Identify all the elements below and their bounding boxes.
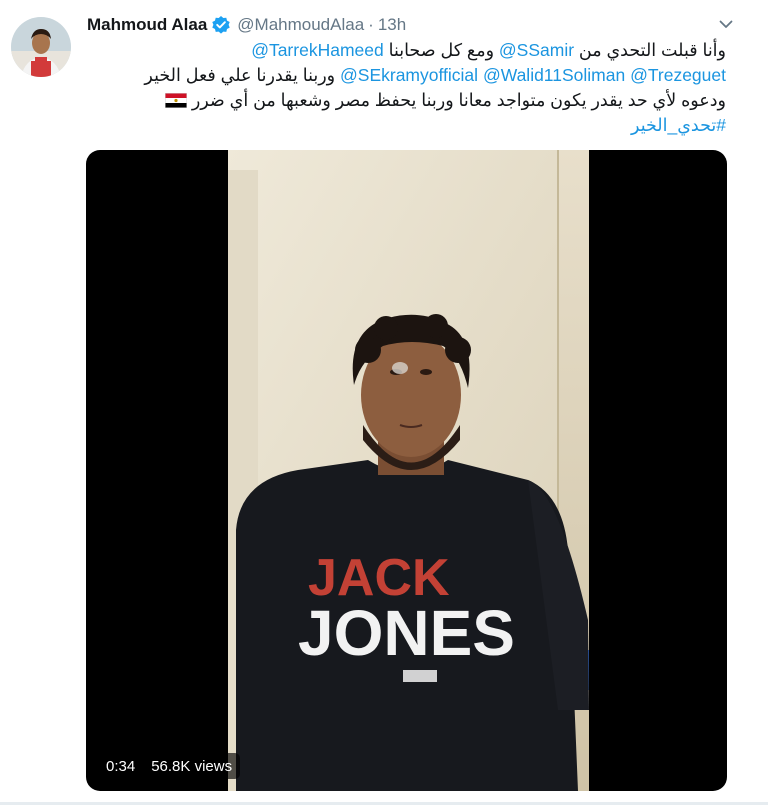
display-name[interactable]: Mahmoud Alaa [87,15,207,35]
mention-link[interactable]: @SSamir [499,40,574,60]
svg-text:JONES: JONES [298,597,515,669]
tweet[interactable]: Mahmoud Alaa @MahmoudAlaa · 13h وأنا قبل… [0,0,768,805]
video-frame[interactable]: JACK JONES [228,150,589,791]
separator: · [368,15,374,34]
tweet-text-line-1: وأنا قبلت التحدي من @SSamir ومع كل صحابن… [90,38,726,63]
timestamp[interactable]: 13h [378,15,406,35]
text-fragment: وأنا قبلت التحدي من [578,40,726,60]
video-duration: 0:34 [106,757,136,775]
tweet-text-line-3: ودعوه لأي حد يقدر يكون متواجد معانا وربن… [90,88,726,113]
tweet-text: وأنا قبلت التحدي من @SSamir ومع كل صحابن… [90,38,726,138]
mention-link[interactable]: @Walid11Soliman [483,65,625,85]
avatar[interactable] [11,17,71,77]
hashtag-link[interactable]: #تحدي_الخير [631,115,726,135]
mention-link[interactable]: @TarrekHameed [251,40,384,60]
video-views: 56.8K views [151,757,233,775]
mention-link[interactable]: @Trezeguet [630,65,726,85]
chevron-down-icon[interactable] [716,14,736,34]
text-fragment: ومع كل صحابنا [388,40,495,60]
tweet-text-line-2: @Trezeguet @Walid11Soliman @SEkramyoffic… [90,63,726,88]
tweet-text-line-4: #تحدي_الخير [90,113,726,138]
user-handle[interactable]: @MahmoudAlaa [237,15,364,35]
tweet-header: Mahmoud Alaa @MahmoudAlaa · 13h [87,14,738,36]
mention-link[interactable]: @SEkramyofficial [340,65,478,85]
text-fragment: وربنا يقدرنا علي فعل الخير [144,65,336,85]
video-stats-badge: 0:34 56.8K views [98,753,241,779]
text-fragment: ودعوه لأي حد يقدر يكون متواجد معانا وربن… [191,90,726,110]
egypt-flag-icon [164,90,187,108]
verified-badge-icon [211,15,231,35]
video-player[interactable]: JACK JONES 0:34 56.8K views [86,150,727,791]
